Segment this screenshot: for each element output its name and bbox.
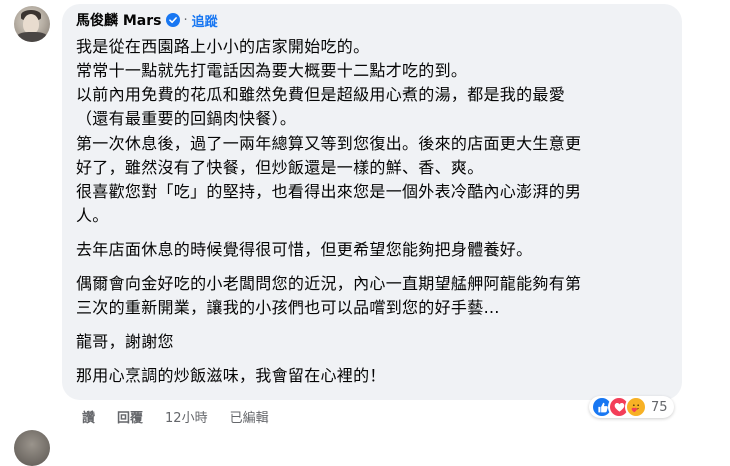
verified-badge-icon <box>165 13 180 27</box>
separator-dot: · <box>183 12 188 28</box>
comment-line: 以前內用免費的花瓜和雖然免費但是超級用心煮的湯，都是我的最愛 <box>76 85 566 104</box>
reaction-count: 75 <box>651 399 668 415</box>
comment-line: 常常十一點就先打電話因為要大概要十二點才吃的到。 <box>76 61 468 80</box>
reactions-summary[interactable]: 75 <box>589 396 674 418</box>
author-name[interactable]: 馬俊麟 Mars <box>76 10 162 30</box>
comment-line: 去年店面休息的時候覺得很可惜，但更希望您能夠把身體養好。 <box>76 240 533 259</box>
comment-line: 偶爾會向金好吃的小老闆問您的近況，內心一直期望艋舺阿龍能夠有第 <box>76 274 582 293</box>
care-icon <box>625 396 647 418</box>
edited-label[interactable]: 已編輯 <box>230 407 269 426</box>
comment-line: 我是從在西園路上小小的店家開始吃的。 <box>76 37 370 56</box>
comment-line: （還有最重要的回鍋肉快餐）。 <box>76 109 297 128</box>
comment-bubble: 馬俊麟 Mars · 追蹤 我是從在西園路上小小的店家開始吃的。 常常十一點就先… <box>62 4 682 400</box>
comment-header: 馬俊麟 Mars · 追蹤 <box>76 10 218 30</box>
avatar[interactable] <box>14 6 50 42</box>
comment-line: 很喜歡您對「吃」的堅持，也看得出來您是一個外表冷酷內心澎湃的男 <box>76 182 582 201</box>
comment-line: 第一次休息後，過了一兩年總算又等到您復出。後來的店面更大生意更 <box>76 134 582 153</box>
comment-line: 那用心烹調的炒飯滋味，我會留在心裡的！ <box>76 366 386 385</box>
comment-line: 龍哥，謝謝您 <box>76 332 174 351</box>
comment-line: 人。 <box>76 206 109 225</box>
comment-line: 好了，雖然沒有了快餐，但炒飯還是一樣的鮮、香、爽。 <box>76 158 484 177</box>
timestamp-link[interactable]: 12小時 <box>165 407 208 426</box>
follow-button[interactable]: 追蹤 <box>192 11 218 30</box>
like-button[interactable]: 讚 <box>82 407 95 426</box>
next-comment-avatar[interactable] <box>14 430 50 466</box>
reply-button[interactable]: 回覆 <box>117 407 143 426</box>
comment-line: 三次的重新開業，讓我的小孩們也可以品嚐到您的好手藝… <box>76 298 500 317</box>
comment-actions: 讚 回覆 12小時 已編輯 <box>82 407 291 426</box>
